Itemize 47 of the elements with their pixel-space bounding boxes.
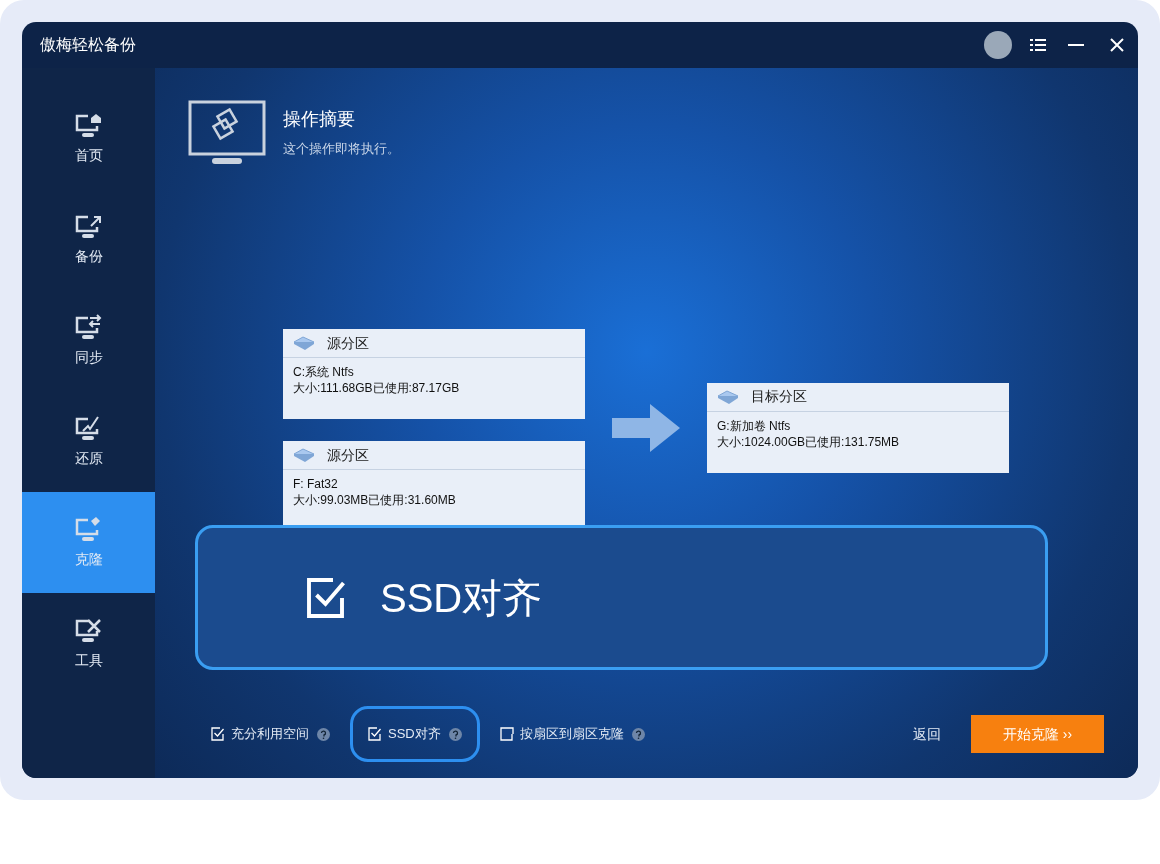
- sidebar-item[interactable]: 同步: [22, 290, 155, 391]
- sidebar-label: 同步: [74, 348, 103, 367]
- close-icon[interactable]: [1110, 38, 1124, 52]
- checked-checkbox-icon[interactable]: [306, 576, 348, 619]
- avatar-icon[interactable]: [984, 31, 1012, 59]
- option-checkbox[interactable]: 充分利用空间: [193, 706, 348, 762]
- checked-checkbox-icon[interactable]: [211, 727, 225, 741]
- monitor-icon: [188, 100, 266, 166]
- sidebar-label: 工具: [74, 651, 103, 670]
- sidebar-label: 还原: [74, 449, 103, 468]
- sidebar-item[interactable]: 工具: [22, 593, 155, 694]
- sidebar-item[interactable]: 还原: [22, 391, 155, 492]
- sidebar-label: 备份: [74, 247, 103, 266]
- summary-subtitle: 这个操作即将执行。: [283, 140, 400, 158]
- window-title: 傲梅轻松备份: [40, 35, 136, 55]
- checkbox-icon[interactable]: [499, 727, 514, 741]
- help-icon[interactable]: [448, 727, 462, 741]
- option-label: SSD对齐: [388, 725, 441, 744]
- monitor-icon: [73, 616, 104, 644]
- sidebar-label: 首页: [74, 146, 103, 165]
- sidebar-label: 克隆: [74, 550, 103, 569]
- partition-size: 大小:111.68GB已使用:87.17GB: [293, 380, 460, 396]
- option-checkbox[interactable]: 按扇区到扇区克隆: [481, 706, 663, 762]
- minimize-icon[interactable]: [1068, 43, 1084, 47]
- help-icon[interactable]: [317, 727, 330, 741]
- partition-name: F: Fat32: [293, 476, 338, 492]
- help-icon[interactable]: [631, 727, 645, 741]
- right-arrow-icon: [612, 403, 680, 452]
- card-heading: 源分区: [327, 333, 369, 353]
- partition-name: C:系统 Ntfs: [293, 364, 354, 380]
- menu-icon[interactable]: [1030, 39, 1046, 51]
- partition-size: 大小:99.03MB已使用:31.60MB: [293, 492, 456, 508]
- callout-label: SSD对齐: [380, 574, 543, 622]
- option-label: 按扇区到扇区克隆: [519, 725, 624, 744]
- card-heading: 源分区: [327, 445, 369, 465]
- partition-size: 大小:1024.00GB已使用:131.75MB: [717, 433, 900, 450]
- sidebar-item[interactable]: 备份: [22, 189, 155, 290]
- monitor-icon: [73, 313, 104, 341]
- monitor-icon: [73, 111, 104, 139]
- partition-name: G:新加卷 Ntfs: [717, 417, 791, 434]
- card-heading: 目标分区: [751, 387, 807, 406]
- checked-checkbox-icon[interactable]: [368, 727, 382, 741]
- summary-title: 操作摘要: [283, 108, 356, 131]
- option-label: 充分利用空间: [231, 725, 309, 744]
- option-checkbox[interactable]: SSD对齐: [350, 706, 480, 762]
- sidebar-item[interactable]: 首页: [22, 88, 155, 189]
- back-button[interactable]: 返回: [911, 723, 943, 745]
